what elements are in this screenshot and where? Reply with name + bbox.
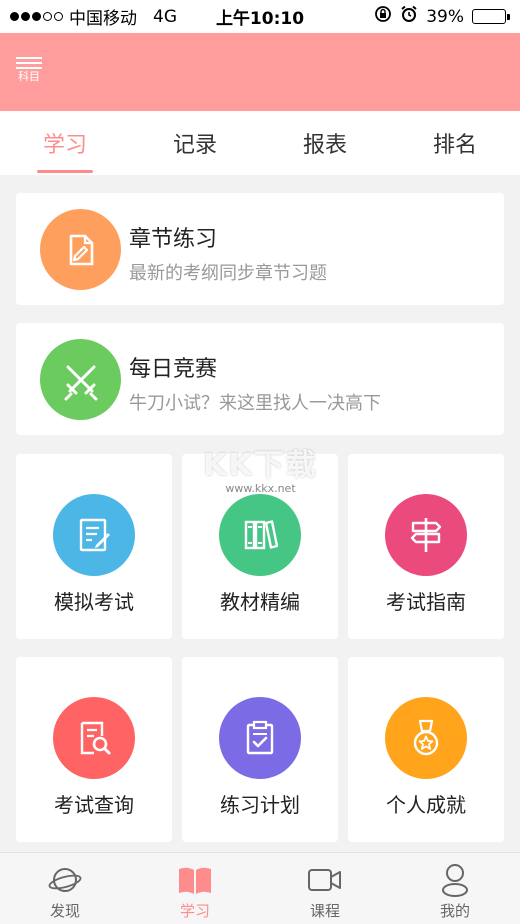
battery-icon [472, 9, 510, 24]
achievement-tile[interactable]: 个人成就 [348, 657, 504, 842]
bottom-nav: 发现 学习 课程 我的 [0, 852, 520, 924]
signpost-icon [385, 494, 467, 576]
search-document-icon [53, 697, 135, 779]
signal-strength-icon [10, 12, 63, 21]
rotation-lock-icon [374, 5, 392, 28]
network-type: 4G [153, 6, 177, 27]
menu-icon [16, 57, 42, 69]
daily-contest-card[interactable]: 每日竞赛 牛刀小试？来这里找人一决高下 [16, 323, 504, 435]
tile-label: 模拟考试 [54, 590, 134, 614]
nav-study[interactable]: 学习 [130, 853, 260, 924]
medal-icon [385, 697, 467, 779]
open-book-icon [175, 861, 215, 899]
battery-percent: 39% [426, 6, 464, 27]
tab-ranking[interactable]: 排名 [390, 111, 520, 175]
nav-label: 学习 [179, 902, 210, 920]
app-header: 科目 [0, 33, 520, 111]
planet-icon [45, 861, 85, 899]
practice-plan-tile[interactable]: 练习计划 [182, 657, 338, 842]
clipboard-check-icon [219, 697, 301, 779]
crossed-swords-icon [40, 339, 121, 420]
status-right: 39% [374, 5, 510, 28]
nav-mine[interactable]: 我的 [390, 853, 520, 924]
user-icon [435, 861, 475, 899]
nav-label: 发现 [49, 902, 80, 920]
tab-records[interactable]: 记录 [130, 111, 260, 175]
nav-label: 课程 [309, 902, 340, 920]
alarm-icon [400, 5, 418, 28]
card-title: 章节练习 [129, 227, 218, 252]
top-tabs: 学习 记录 报表 排名 [0, 111, 520, 175]
tab-reports[interactable]: 报表 [260, 111, 390, 175]
tile-label: 教材精编 [220, 590, 300, 614]
tile-label: 考试指南 [386, 590, 466, 614]
tile-label: 练习计划 [220, 793, 300, 817]
nav-discover[interactable]: 发现 [0, 853, 130, 924]
books-icon [219, 494, 301, 576]
document-edit-icon [40, 209, 121, 290]
tab-study[interactable]: 学习 [0, 111, 130, 175]
card-subtitle: 最新的考纲同步章节习题 [129, 263, 327, 284]
nav-courses[interactable]: 课程 [260, 853, 390, 924]
mock-exam-tile[interactable]: 模拟考试 [16, 454, 172, 639]
carrier-name: 中国移动 [69, 9, 137, 29]
status-bar: 中国移动 4G 上午10:10 39% [0, 0, 520, 33]
status-left: 中国移动 4G [10, 4, 177, 29]
subject-menu-label: 科目 [18, 70, 40, 83]
textbook-tile[interactable]: 教材精编 [182, 454, 338, 639]
subject-menu-button[interactable]: 科目 [14, 57, 44, 91]
video-camera-icon [305, 861, 345, 899]
card-title: 每日竞赛 [129, 357, 218, 382]
tile-label: 考试查询 [54, 793, 134, 817]
tile-label: 个人成就 [386, 793, 466, 817]
chapter-practice-card[interactable]: 章节练习 最新的考纲同步章节习题 [16, 193, 504, 305]
nav-label: 我的 [439, 902, 470, 920]
exam-guide-tile[interactable]: 考试指南 [348, 454, 504, 639]
exam-paper-icon [53, 494, 135, 576]
card-subtitle: 牛刀小试？来这里找人一决高下 [129, 393, 381, 414]
exam-query-tile[interactable]: 考试查询 [16, 657, 172, 842]
